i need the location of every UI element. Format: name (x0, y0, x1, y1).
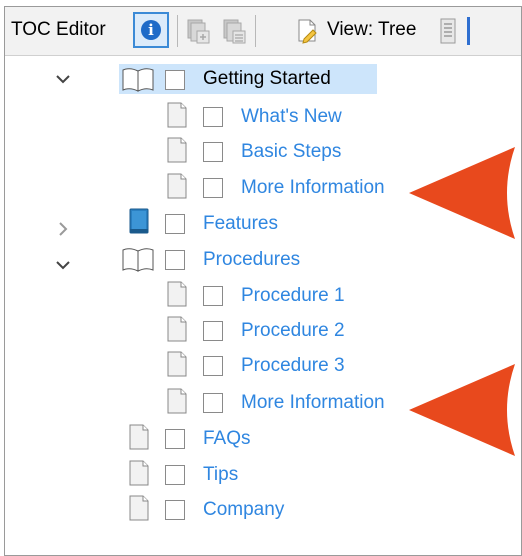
tree-item-label[interactable]: What's New (241, 106, 342, 128)
topic-edit-icon (298, 19, 317, 44)
topic-page-icon (167, 351, 187, 377)
topic-page-icon (167, 102, 187, 128)
toc-list-icon[interactable] (440, 17, 458, 45)
topic-page-icon (167, 173, 187, 199)
checkbox[interactable] (203, 142, 223, 162)
checkbox[interactable] (165, 429, 185, 449)
checkbox[interactable] (165, 250, 185, 270)
checkbox[interactable] (165, 465, 185, 485)
topic-page-icon (167, 388, 187, 414)
chevron-down-icon[interactable] (53, 255, 73, 275)
checkbox[interactable] (165, 500, 185, 520)
toolbar-separator (255, 15, 256, 47)
tree-item-label[interactable]: Getting Started (203, 68, 331, 90)
callout-arrow-icon (409, 147, 515, 239)
overflow-edge (467, 17, 470, 45)
toolbar: TOC Editor i View: Tree (5, 7, 521, 56)
info-button[interactable]: i (133, 12, 169, 48)
checkbox[interactable] (203, 178, 223, 198)
checkbox[interactable] (203, 107, 223, 127)
tree-item-label[interactable]: Tips (203, 464, 238, 486)
book-closed-icon (129, 208, 149, 234)
topic-page-icon (129, 460, 149, 486)
checkbox[interactable] (203, 393, 223, 413)
chevron-right-icon[interactable] (53, 219, 73, 239)
tree-item-label[interactable]: Company (203, 499, 284, 521)
info-icon: i (141, 20, 161, 40)
tree-item-label[interactable]: Procedures (203, 249, 300, 271)
toolbar-title: TOC Editor (11, 19, 106, 40)
callout-arrow-icon (409, 364, 515, 456)
checkbox[interactable] (165, 214, 185, 234)
tree-item-label[interactable]: More Information (241, 177, 385, 199)
chevron-down-icon[interactable] (53, 69, 73, 89)
topic-page-icon (167, 281, 187, 307)
topic-page-icon (129, 424, 149, 450)
tree-item-label[interactable]: Procedure 2 (241, 320, 345, 342)
topic-page-icon (129, 495, 149, 521)
book-open-icon (122, 68, 154, 92)
checkbox[interactable] (203, 356, 223, 376)
tree-item-label[interactable]: Basic Steps (241, 141, 341, 163)
checkbox[interactable] (203, 286, 223, 306)
book-add-icon[interactable] (185, 17, 211, 45)
toc-editor-panel: TOC Editor i View: Tree Getting Started … (4, 6, 522, 556)
tree-item-label[interactable]: FAQs (203, 428, 251, 450)
tree-item-label[interactable]: Features (203, 213, 278, 235)
tree-item-label[interactable]: Procedure 3 (241, 355, 345, 377)
checkbox[interactable] (203, 321, 223, 341)
tree-item-label[interactable]: More Information (241, 392, 385, 414)
book-properties-icon[interactable] (221, 17, 247, 45)
tree-item-label[interactable]: Procedure 1 (241, 285, 345, 307)
toolbar-separator (177, 15, 178, 47)
checkbox[interactable] (165, 70, 185, 90)
book-open-icon (122, 248, 154, 272)
topic-page-icon (167, 137, 187, 163)
view-tree-label: View: Tree (327, 19, 417, 40)
topic-page-icon (167, 316, 187, 342)
